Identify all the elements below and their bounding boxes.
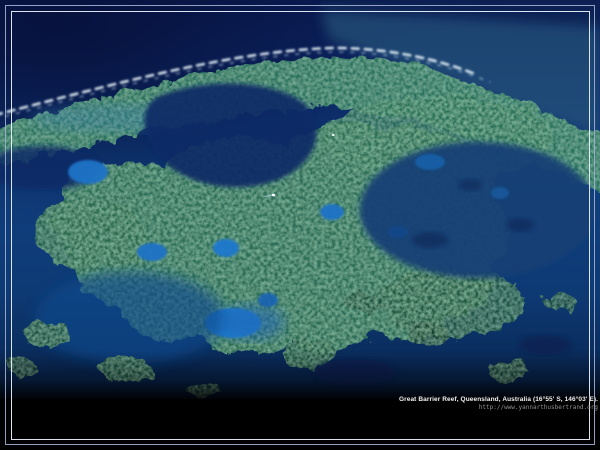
reef-aerial-photo [0, 0, 600, 450]
lagoon-dark-patch [458, 179, 482, 191]
lagoon-dark-patch [412, 232, 448, 248]
lagoon-right [360, 142, 596, 278]
caption-location-text: Great Barrier Reef, Queensland, Australi… [399, 396, 598, 403]
photo-caption: Great Barrier Reef, Queensland, Australi… [399, 396, 598, 411]
lagoon-dark-patch [506, 218, 534, 232]
lagoon-glow-center [220, 304, 284, 340]
caption-url-text: http://www.yannarthusbertrand.org [399, 404, 598, 411]
boat-small [332, 134, 335, 136]
wallpaper: Great Barrier Reef, Queensland, Australi… [0, 0, 600, 450]
